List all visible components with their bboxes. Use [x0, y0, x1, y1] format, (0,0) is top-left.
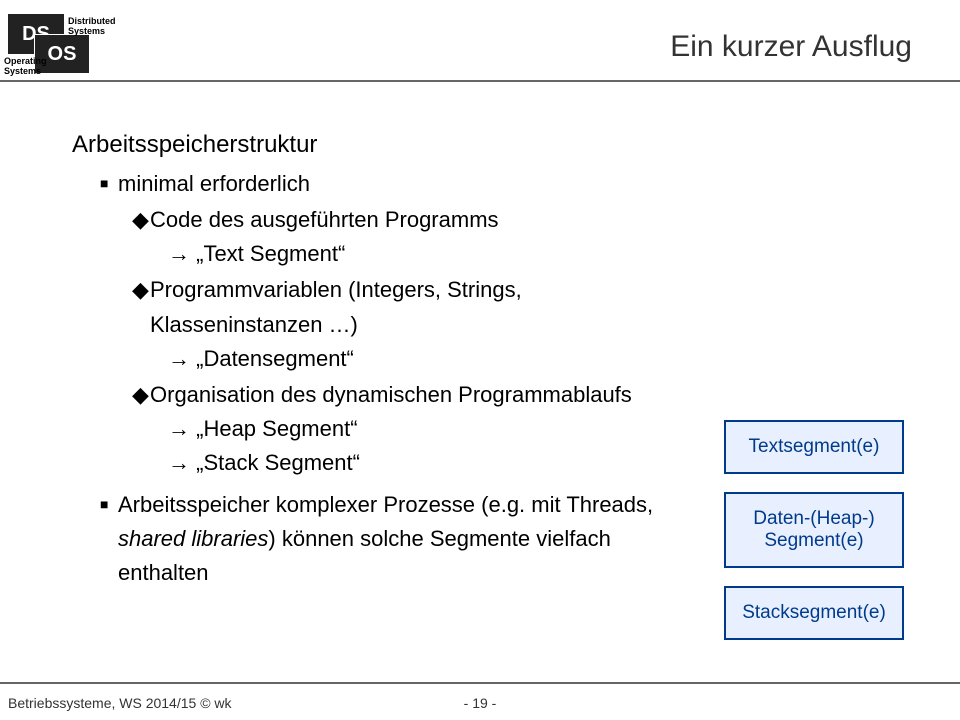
bullet-level3: „Text Segment“ [168, 237, 692, 271]
header-divider [0, 80, 960, 82]
logo-label-line: Distributed [68, 16, 116, 26]
bullet-text: Code des ausgeführten Programms [150, 203, 499, 237]
segment-box-stack: Stacksegment(e) [724, 586, 904, 640]
diamond-bullet-icon: ◆ [132, 273, 150, 307]
content-body: Arbeitsspeicherstruktur ■ minimal erford… [72, 120, 692, 590]
segment-diagram: Textsegment(e) Daten-(Heap-) Segment(e) … [724, 420, 904, 640]
logo-label-line: Operating [4, 56, 47, 66]
segment-box-data-heap: Daten-(Heap-) Segment(e) [724, 492, 904, 568]
slide: DS OS Distributed Systems Operating Syst… [0, 0, 960, 720]
square-bullet-icon: ■ [100, 494, 118, 516]
logo-block-os: OS [34, 34, 90, 74]
segment-box-text: Textsegment(e) [724, 420, 904, 474]
segment-box-line: Daten-(Heap-) [753, 508, 874, 529]
bullet-text: Arbeitsspeicher komplexer Prozesse (e.g.… [118, 488, 692, 590]
diamond-bullet-icon: ◆ [132, 378, 150, 412]
diamond-bullet-icon: ◆ [132, 203, 150, 237]
slide-title: Ein kurzer Ausflug [670, 30, 912, 64]
footer-divider [0, 682, 960, 684]
square-bullet-icon: ■ [100, 173, 118, 195]
text-run: Arbeitsspeicher komplexer Prozesse (e.g.… [118, 492, 653, 517]
footer-left: Betriebssysteme, WS 2014/15 © wk [8, 695, 232, 711]
bullet-text: Organisation des dynamischen Programmabl… [150, 378, 632, 412]
bullet-level3: „Stack Segment“ [168, 446, 692, 480]
footer: Betriebssysteme, WS 2014/15 © wk - 19 - [0, 686, 960, 720]
logo-label-operating: Operating Systems [4, 56, 34, 76]
logo-label-line: Systems [68, 26, 105, 36]
bullet-text: minimal erforderlich [118, 167, 310, 201]
logo-label-line: Systems [4, 66, 41, 76]
logo: DS OS Distributed Systems Operating Syst… [8, 8, 148, 78]
bullet-level3: „Datensegment“ [168, 342, 692, 376]
bullet-level2: ◆ Programmvariablen (Integers, Strings, … [132, 273, 692, 341]
bullet-level2: ◆ Organisation des dynamischen Programma… [132, 378, 692, 412]
bullet-level1: ■ minimal erforderlich [100, 167, 692, 201]
segment-box-line: Segment(e) [764, 530, 863, 551]
bullet-level2: ◆ Code des ausgeführten Programms [132, 203, 692, 237]
bullet-text: Programmvariablen (Integers, Strings, Kl… [150, 273, 692, 341]
text-italic: shared libraries [118, 526, 268, 551]
bullet-level3: „Heap Segment“ [168, 412, 692, 446]
section-heading: Arbeitsspeicherstruktur [72, 126, 692, 163]
logo-label-distributed: Distributed Systems [68, 16, 116, 36]
bullet-level1: ■ Arbeitsspeicher komplexer Prozesse (e.… [100, 488, 692, 590]
